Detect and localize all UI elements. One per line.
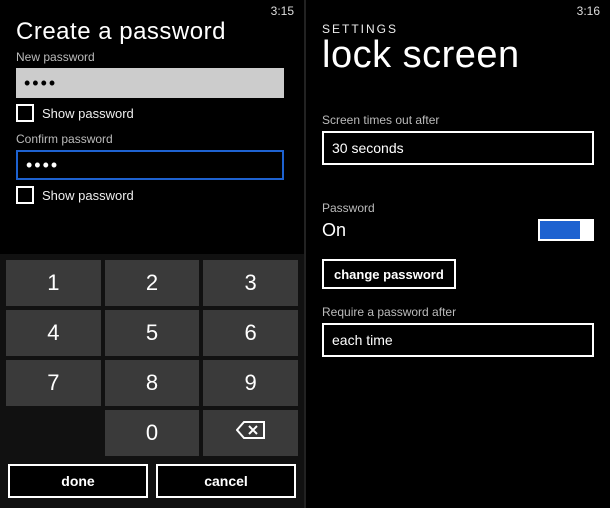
keypad-4[interactable]: 4 bbox=[6, 310, 101, 356]
keypad-6[interactable]: 6 bbox=[203, 310, 298, 356]
keypad-2[interactable]: 2 bbox=[105, 260, 200, 306]
checkbox-icon bbox=[16, 186, 34, 204]
change-password-button[interactable]: change password bbox=[322, 259, 456, 289]
toggle-knob bbox=[580, 221, 592, 239]
keypad-8[interactable]: 8 bbox=[105, 360, 200, 406]
confirm-password-input[interactable]: •••• bbox=[16, 150, 284, 180]
show-password-1-row[interactable]: Show password bbox=[16, 104, 288, 122]
toggle-fill bbox=[540, 221, 580, 239]
backspace-icon bbox=[236, 420, 266, 446]
status-time: 3:16 bbox=[577, 4, 600, 18]
require-value: each time bbox=[332, 332, 393, 348]
keypad-blank bbox=[6, 410, 101, 456]
keypad-7[interactable]: 7 bbox=[6, 360, 101, 406]
require-label: Require a password after bbox=[322, 305, 594, 319]
show-password-1-label: Show password bbox=[42, 106, 134, 121]
confirm-password-value: •••• bbox=[26, 155, 59, 176]
numeric-keypad: 1 2 3 4 5 6 7 8 9 0 done cancel bbox=[0, 254, 304, 508]
keypad-1[interactable]: 1 bbox=[6, 260, 101, 306]
done-button[interactable]: done bbox=[8, 464, 148, 498]
phone-create-password: 3:15 Create a password New password ••••… bbox=[0, 0, 304, 508]
password-label: Password bbox=[322, 201, 594, 215]
password-state: On bbox=[322, 220, 346, 241]
show-password-2-row[interactable]: Show password bbox=[16, 186, 288, 204]
timeout-label: Screen times out after bbox=[322, 113, 594, 127]
page-title: lock screen bbox=[322, 34, 594, 77]
timeout-select[interactable]: 30 seconds bbox=[322, 131, 594, 165]
keypad-3[interactable]: 3 bbox=[203, 260, 298, 306]
phone-lock-screen-settings: 3:16 SETTINGS lock screen Screen times o… bbox=[304, 0, 610, 508]
keypad-9[interactable]: 9 bbox=[203, 360, 298, 406]
keypad-5[interactable]: 5 bbox=[105, 310, 200, 356]
require-select[interactable]: each time bbox=[322, 323, 594, 357]
page-title: Create a password bbox=[16, 18, 288, 46]
status-time: 3:15 bbox=[271, 4, 294, 18]
password-toggle[interactable] bbox=[538, 219, 594, 241]
new-password-value: •••• bbox=[24, 73, 57, 94]
keypad-backspace[interactable] bbox=[203, 410, 298, 456]
confirm-password-label: Confirm password bbox=[16, 132, 288, 146]
cancel-button[interactable]: cancel bbox=[156, 464, 296, 498]
new-password-label: New password bbox=[16, 50, 288, 64]
show-password-2-label: Show password bbox=[42, 188, 134, 203]
new-password-input[interactable]: •••• bbox=[16, 68, 284, 98]
timeout-value: 30 seconds bbox=[332, 140, 404, 156]
keypad-0[interactable]: 0 bbox=[105, 410, 200, 456]
checkbox-icon bbox=[16, 104, 34, 122]
